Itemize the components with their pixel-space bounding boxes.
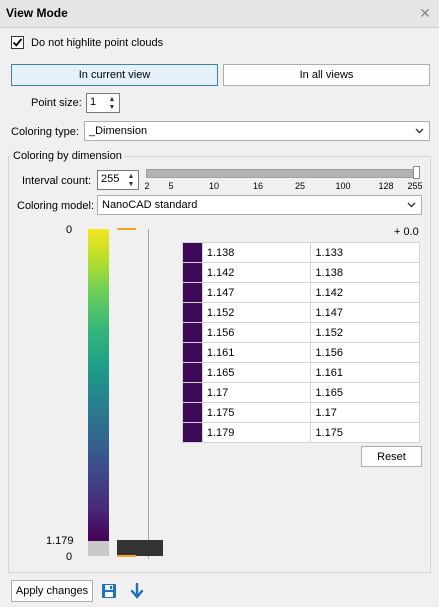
- download-arrow-icon[interactable]: [130, 582, 144, 600]
- close-icon[interactable]: ✕: [417, 5, 433, 21]
- range-upper-cell: 1.175: [201, 402, 312, 423]
- spin-up-icon[interactable]: ▲: [107, 96, 117, 103]
- range-upper-cell: 1.17: [201, 382, 312, 403]
- scale-value-label: 1.179: [46, 535, 74, 547]
- apply-changes-button[interactable]: Apply changes: [11, 580, 93, 602]
- color-swatch[interactable]: [182, 302, 203, 323]
- table-row[interactable]: 1.165 1.161: [182, 362, 420, 383]
- range-lower-cell: 1.138: [310, 262, 420, 283]
- table-row[interactable]: 1.179 1.175: [182, 422, 420, 443]
- in-current-view-label: In current view: [78, 69, 151, 81]
- window-title: View Mode: [6, 6, 68, 20]
- coloring-model-select[interactable]: NanoCAD standard: [97, 195, 422, 215]
- range-lower-cell: 1.133: [310, 242, 420, 263]
- range-upper-cell: 1.152: [201, 302, 312, 323]
- slider-tick-label: 2: [144, 181, 150, 191]
- range-upper-cell: 1.138: [201, 242, 312, 263]
- colorbar-out-of-range: [88, 541, 109, 556]
- range-lower-cell: 1.17: [310, 402, 420, 423]
- table-row[interactable]: 1.175 1.17: [182, 402, 420, 423]
- color-swatch[interactable]: [182, 402, 203, 423]
- range-lower-cell: 1.156: [310, 342, 420, 363]
- color-swatch[interactable]: [182, 362, 203, 383]
- range-lower-cell: 1.152: [310, 322, 420, 343]
- color-swatch[interactable]: [182, 242, 203, 263]
- table-row[interactable]: 1.152 1.147: [182, 302, 420, 323]
- reset-label: Reset: [377, 451, 406, 463]
- in-all-views-button[interactable]: In all views: [223, 64, 430, 86]
- marker-column-divider: [148, 229, 149, 559]
- range-upper-cell: 1.165: [201, 362, 312, 383]
- point-size-label: Point size:: [31, 97, 82, 109]
- color-swatch[interactable]: [182, 422, 203, 443]
- save-icon[interactable]: [101, 583, 117, 599]
- in-all-views-label: In all views: [299, 69, 354, 81]
- range-upper-cell: 1.161: [201, 342, 312, 363]
- scale-bottom-label: 0: [66, 551, 73, 563]
- color-swatch[interactable]: [182, 282, 203, 303]
- table-row[interactable]: 1.142 1.138: [182, 262, 420, 283]
- highlight-label: Do not highlite point clouds: [31, 37, 164, 49]
- offset-label: + 0.0: [394, 226, 419, 238]
- chevron-down-icon: [407, 202, 416, 208]
- range-upper-cell: 1.179: [201, 422, 312, 443]
- top-range-marker[interactable]: [117, 228, 136, 230]
- scale-top-label: 0: [66, 224, 73, 236]
- table-row[interactable]: 1.161 1.156: [182, 342, 420, 363]
- table-row[interactable]: 1.147 1.142: [182, 282, 420, 303]
- reset-button[interactable]: Reset: [361, 446, 422, 467]
- slider-tick-label: 255: [407, 181, 423, 191]
- interval-slider-thumb[interactable]: [413, 166, 420, 179]
- slider-ticks: 2 5 10 16 25 100 128 255: [0, 181, 439, 193]
- histogram-bar: [117, 540, 163, 556]
- table-row[interactable]: 1.17 1.165: [182, 382, 420, 403]
- coloring-model-value: NanoCAD standard: [102, 199, 198, 211]
- slider-tick-label: 100: [335, 181, 351, 191]
- apply-changes-label: Apply changes: [15, 585, 89, 597]
- color-swatch[interactable]: [182, 342, 203, 363]
- range-lower-cell: 1.142: [310, 282, 420, 303]
- group-title: Coloring by dimension: [11, 150, 124, 162]
- slider-tick-label: 16: [252, 181, 264, 191]
- range-lower-cell: 1.165: [310, 382, 420, 403]
- title-bar: View Mode ✕: [0, 0, 439, 28]
- slider-tick-label: 25: [294, 181, 306, 191]
- color-swatch[interactable]: [182, 382, 203, 403]
- point-size-spinner[interactable]: 1 ▲ ▼: [86, 93, 120, 113]
- range-upper-cell: 1.147: [201, 282, 312, 303]
- chevron-down-icon: [415, 128, 424, 134]
- table-row[interactable]: 1.138 1.133: [182, 242, 420, 263]
- spin-up-icon[interactable]: ▲: [126, 173, 136, 180]
- coloring-type-label: Coloring type:: [11, 126, 79, 138]
- coloring-model-label: Coloring model:: [17, 200, 95, 212]
- range-upper-cell: 1.156: [201, 322, 312, 343]
- range-lower-cell: 1.161: [310, 362, 420, 383]
- color-swatch[interactable]: [182, 262, 203, 283]
- color-swatch[interactable]: [182, 322, 203, 343]
- spin-down-icon[interactable]: ▼: [107, 104, 117, 111]
- range-lower-cell: 1.175: [310, 422, 420, 443]
- colorbar-gradient: [88, 229, 109, 541]
- range-table: 1.138 1.133 1.142 1.138 1.147 1.142 1.152 1.147…: [182, 242, 420, 443]
- in-current-view-button[interactable]: In current view: [11, 64, 218, 86]
- point-size-value: 1: [90, 96, 97, 108]
- coloring-type-value: _Dimension: [89, 125, 148, 137]
- range-upper-cell: 1.142: [201, 262, 312, 283]
- table-row[interactable]: 1.156 1.152: [182, 322, 420, 343]
- interval-slider-track[interactable]: [146, 169, 420, 178]
- highlight-checkbox[interactable]: [11, 36, 24, 49]
- range-lower-cell: 1.147: [310, 302, 420, 323]
- slider-tick-label: 10: [208, 181, 220, 191]
- bottom-range-marker[interactable]: [117, 555, 136, 557]
- coloring-type-select[interactable]: _Dimension: [84, 121, 430, 141]
- slider-tick-label: 128: [378, 181, 394, 191]
- slider-tick-label: 5: [168, 181, 174, 191]
